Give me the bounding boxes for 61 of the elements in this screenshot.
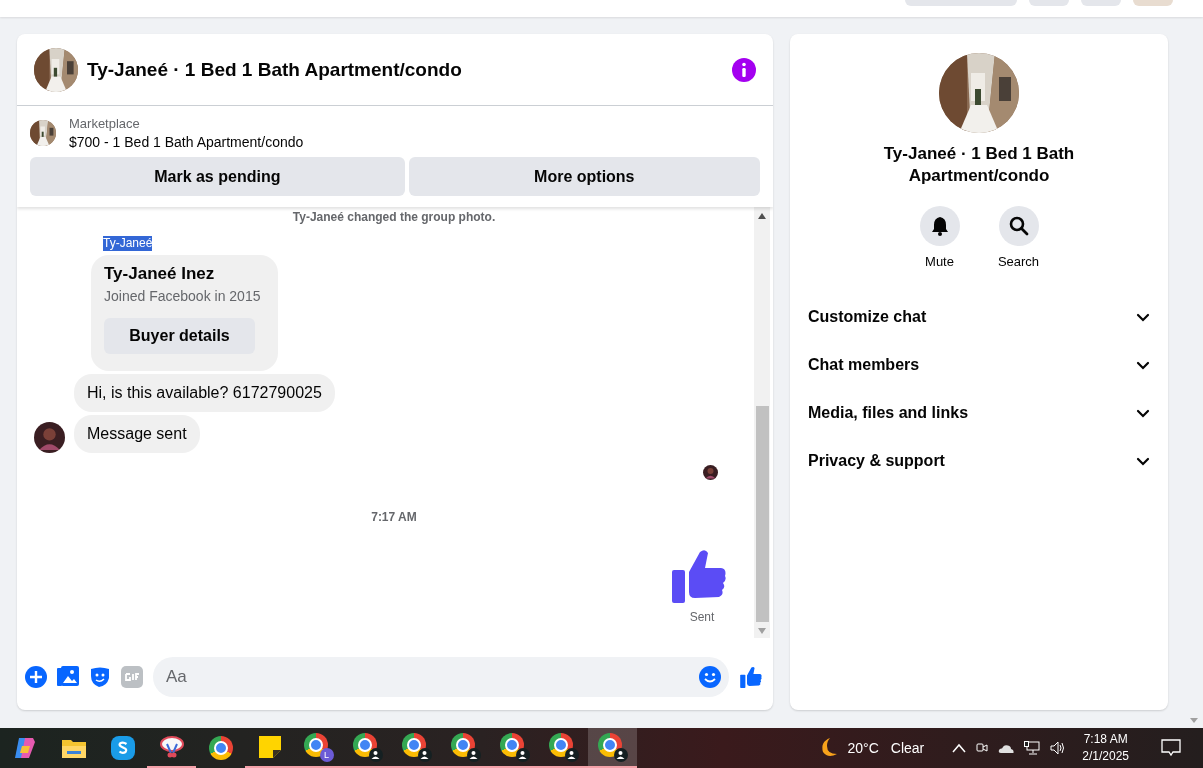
scroll-up-icon[interactable] bbox=[758, 213, 766, 219]
mute-button[interactable]: Mute bbox=[913, 206, 966, 269]
chrome-icon[interactable] bbox=[499, 732, 530, 762]
avatar bbox=[34, 422, 65, 453]
listing-source: Marketplace bbox=[69, 116, 141, 131]
chrome-icon[interactable] bbox=[352, 732, 383, 762]
sender-name: Ty-Janeé bbox=[103, 236, 153, 251]
camera-icon[interactable] bbox=[976, 741, 989, 755]
search-button[interactable]: Search bbox=[992, 206, 1045, 269]
scissors-icon[interactable] bbox=[158, 735, 185, 759]
chat-name: Ty-Janeé · 1 Bed 1 Bath Apartment/condo bbox=[882, 143, 1076, 187]
more-options-button[interactable]: More options bbox=[408, 157, 760, 196]
message-bubble: Hi, is this available? 6172790025 bbox=[74, 374, 335, 412]
image-icon[interactable] bbox=[57, 665, 79, 688]
temperature[interactable]: 20°C bbox=[847, 740, 879, 756]
chat-title: Ty-Janeé · 1 Bed 1 Bath Apartment/condo bbox=[87, 58, 463, 81]
message-bubble: Message sent bbox=[74, 415, 200, 453]
clock[interactable]: 7:18 AM 2/1/2025 bbox=[1082, 731, 1129, 765]
scrollbar[interactable] bbox=[754, 207, 770, 638]
speaker-icon[interactable] bbox=[1050, 741, 1067, 755]
section-header[interactable]: Privacy & support bbox=[800, 437, 1158, 485]
chrome-icon[interactable] bbox=[597, 732, 628, 762]
section-label: Customize chat bbox=[808, 308, 927, 326]
thumbs-up-icon bbox=[672, 548, 726, 603]
search-icon bbox=[1008, 216, 1029, 236]
message-field[interactable]: Aa bbox=[153, 656, 729, 697]
section-label: Media, files and links bbox=[808, 404, 969, 422]
listing-title[interactable]: $700 - 1 Bed 1 Bath Apartment/condo bbox=[69, 134, 304, 150]
bell-icon bbox=[929, 216, 950, 236]
info-icon[interactable] bbox=[732, 57, 756, 82]
buyer-name: Ty-Janeé Inez bbox=[104, 264, 216, 284]
section-label: Privacy & support bbox=[808, 452, 945, 470]
sticker-icon[interactable] bbox=[89, 665, 111, 688]
sticky-note-icon[interactable] bbox=[258, 736, 281, 758]
emoji-icon[interactable] bbox=[699, 665, 721, 688]
notification-icon[interactable] bbox=[1161, 739, 1181, 757]
chrome-icon[interactable] bbox=[450, 732, 481, 762]
chevron-up-icon[interactable] bbox=[952, 743, 967, 753]
section-header[interactable]: Customize chat bbox=[800, 293, 1158, 341]
section-label: Chat members bbox=[808, 356, 920, 374]
avatar bbox=[703, 465, 718, 480]
buyer-details-button[interactable]: Buyer details bbox=[104, 318, 255, 354]
chrome-icon[interactable] bbox=[208, 736, 233, 760]
mark-pending-button[interactable]: Mark as pending bbox=[30, 157, 405, 196]
chrome-icon[interactable] bbox=[548, 732, 579, 762]
skype-icon[interactable] bbox=[110, 736, 135, 760]
sent-status: Sent bbox=[689, 610, 715, 624]
join-date: Joined Facebook in 2015 bbox=[104, 288, 261, 304]
folder-icon[interactable] bbox=[61, 738, 86, 758]
chrome-icon[interactable] bbox=[401, 732, 432, 762]
network-icon[interactable] bbox=[1024, 741, 1041, 755]
section-header[interactable]: Media, files and links bbox=[800, 389, 1158, 437]
system-message: Ty-Janeé changed the group photo. bbox=[291, 210, 497, 224]
copilot-icon[interactable] bbox=[12, 736, 37, 760]
section-header[interactable]: Chat members bbox=[800, 341, 1158, 389]
weather[interactable]: Clear bbox=[890, 740, 925, 756]
plus-icon[interactable] bbox=[25, 665, 47, 688]
thumbs-up-icon[interactable] bbox=[739, 665, 763, 688]
scrollbar-thumb[interactable] bbox=[755, 406, 769, 622]
cloud-icon[interactable] bbox=[998, 743, 1015, 753]
timestamp: 7:17 AM bbox=[370, 510, 418, 524]
